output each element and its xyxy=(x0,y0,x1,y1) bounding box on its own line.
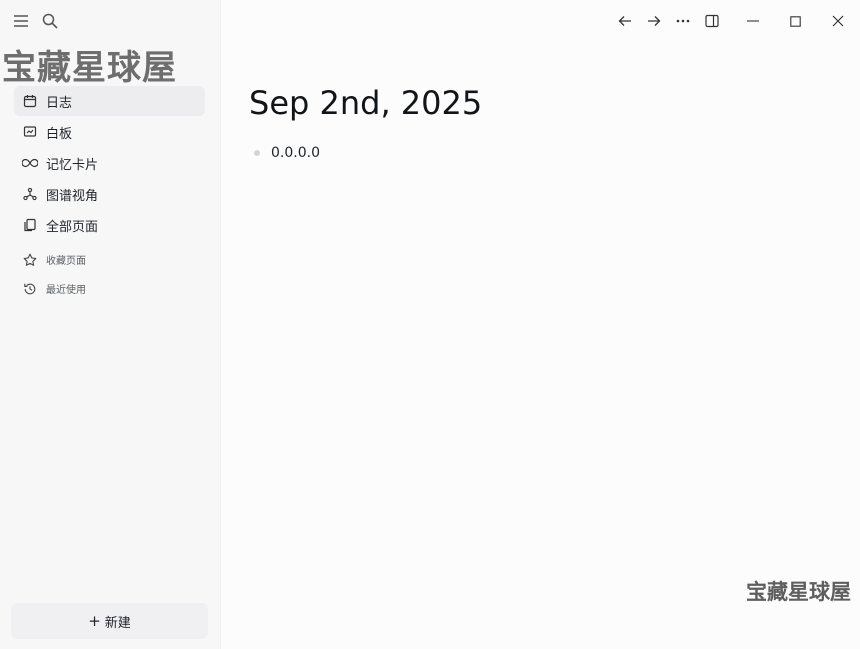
sidebar-item-label: 白板 xyxy=(46,126,73,142)
sidebar-nav: 日志 白板 记忆卡片 图谱视角 全部页面 xyxy=(14,86,205,241)
star-icon xyxy=(14,253,46,267)
toggle-right-sidebar-icon[interactable] xyxy=(701,10,723,32)
sidebar-secondary-nav: 收藏页面 最近使用 xyxy=(14,245,205,303)
new-page-button[interactable]: + 新建 xyxy=(11,603,208,639)
sidebar-item-label: 收藏页面 xyxy=(46,256,86,267)
sidebar-item-favorites[interactable]: 收藏页面 xyxy=(14,245,205,274)
close-icon[interactable] xyxy=(827,10,849,32)
sidebar-item-label: 记忆卡片 xyxy=(46,157,99,173)
sidebar-item-all-pages[interactable]: 全部页面 xyxy=(14,210,205,240)
sidebar-item-label: 图谱视角 xyxy=(46,188,99,204)
search-icon[interactable] xyxy=(40,11,60,31)
page-title[interactable]: Sep 2nd, 2025 xyxy=(249,84,482,122)
calendar-icon xyxy=(14,94,46,108)
list-item[interactable]: 0.0.0.0 xyxy=(254,145,320,161)
more-options-icon[interactable] xyxy=(672,10,694,32)
back-arrow-icon[interactable] xyxy=(614,10,636,32)
watermark-text: 宝藏星球屋 xyxy=(746,580,851,604)
bullet-icon[interactable] xyxy=(254,150,260,156)
infinity-icon xyxy=(14,158,46,168)
watermark-text: 宝藏星球屋 xyxy=(2,48,177,88)
sidebar-item-flashcards[interactable]: 记忆卡片 xyxy=(14,148,205,178)
history-icon xyxy=(14,282,46,296)
sidebar-item-label: 日志 xyxy=(46,95,73,111)
whiteboard-icon xyxy=(14,125,46,139)
sidebar-item-graph-view[interactable]: 图谱视角 xyxy=(14,179,205,209)
maximize-icon[interactable] xyxy=(784,10,806,32)
sidebar-item-recent[interactable]: 最近使用 xyxy=(14,274,205,303)
sidebar-item-label: 最近使用 xyxy=(46,285,86,296)
minimize-icon[interactable] xyxy=(742,10,764,32)
forward-arrow-icon[interactable] xyxy=(643,10,665,32)
pages-icon xyxy=(14,218,46,232)
block-text[interactable]: 0.0.0.0 xyxy=(271,145,320,161)
menu-icon[interactable] xyxy=(11,11,31,31)
sidebar-item-label: 全部页面 xyxy=(46,219,99,235)
graph-icon xyxy=(14,187,46,201)
sidebar-item-journals[interactable]: 日志 xyxy=(14,86,205,116)
left-sidebar: 宝藏星球屋 日志 白板 记忆卡片 图谱视角 全部页面 收藏页面 最近使用 + 新… xyxy=(0,0,221,649)
plus-icon: + xyxy=(88,612,101,630)
new-page-label: 新建 xyxy=(104,615,131,631)
sidebar-item-whiteboard[interactable]: 白板 xyxy=(14,117,205,147)
